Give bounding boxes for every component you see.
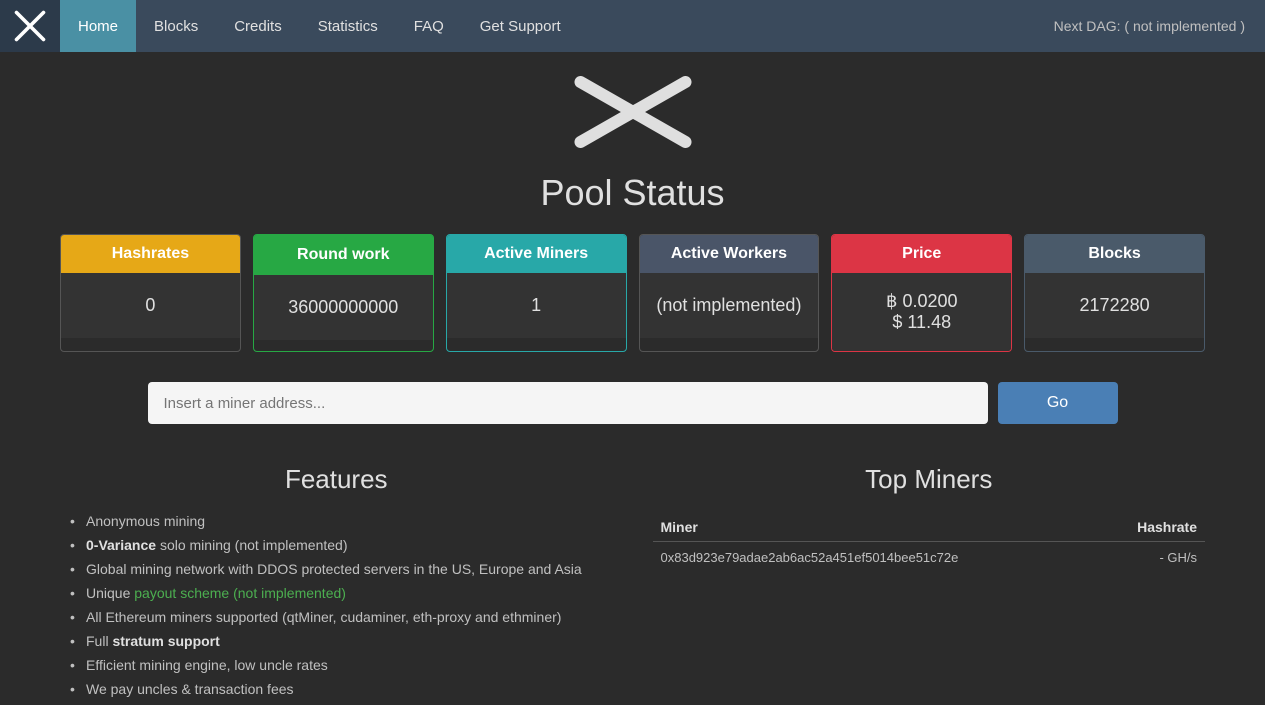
stat-card-workers: Active Workers (not implemented) bbox=[639, 234, 820, 352]
nav-items: Home Blocks Credits Statistics FAQ Get S… bbox=[60, 0, 579, 52]
navbar: Home Blocks Credits Statistics FAQ Get S… bbox=[0, 0, 1265, 52]
feature-item-8: We pay uncles & transaction fees bbox=[70, 681, 613, 697]
stat-value-blocks: 2172280 bbox=[1025, 273, 1204, 338]
stat-card-miners: Active Miners 1 bbox=[446, 234, 627, 352]
go-button[interactable]: Go bbox=[998, 382, 1118, 424]
stat-card-blocks: Blocks 2172280 bbox=[1024, 234, 1205, 352]
miners-table: Miner Hashrate 0x83d923e79adae2ab6ac52a4… bbox=[653, 513, 1206, 573]
miner-hashrate: - GH/s bbox=[1097, 542, 1205, 574]
feature-item-5: All Ethereum miners supported (qtMiner, … bbox=[70, 609, 613, 625]
nav-logo bbox=[0, 0, 60, 52]
feature-item-2: 0-Variance solo mining (not implemented) bbox=[70, 537, 613, 553]
stats-row: Hashrates 0 Round work 36000000000 Activ… bbox=[0, 234, 1265, 352]
search-row: Go bbox=[0, 382, 1265, 424]
nav-support[interactable]: Get Support bbox=[462, 0, 579, 52]
nav-blocks[interactable]: Blocks bbox=[136, 0, 216, 52]
stat-card-hashrates: Hashrates 0 bbox=[60, 234, 241, 352]
top-miners-title: Top Miners bbox=[653, 464, 1206, 495]
nav-statistics[interactable]: Statistics bbox=[300, 0, 396, 52]
feature-item-1: Anonymous mining bbox=[70, 513, 613, 529]
stat-value-miners: 1 bbox=[447, 273, 626, 338]
stat-value-price: ฿ 0.0200 $ 11.48 bbox=[832, 273, 1011, 351]
stat-header-miners: Active Miners bbox=[447, 235, 626, 273]
feature-item-4: Unique payout scheme (not implemented) bbox=[70, 585, 613, 601]
stat-value-hashrates: 0 bbox=[61, 273, 240, 338]
stat-card-price: Price ฿ 0.0200 $ 11.48 bbox=[831, 234, 1012, 352]
features-title: Features bbox=[60, 464, 613, 495]
feature-item-6: Full stratum support bbox=[70, 633, 613, 649]
top-miners-col: Top Miners Miner Hashrate 0x83d923e79ada… bbox=[653, 464, 1206, 705]
col-header-hashrate: Hashrate bbox=[1097, 513, 1205, 542]
col-header-miner: Miner bbox=[653, 513, 1098, 542]
stat-header-hashrates: Hashrates bbox=[61, 235, 240, 273]
nav-faq[interactable]: FAQ bbox=[396, 0, 462, 52]
features-list: Anonymous mining 0-Variance solo mining … bbox=[60, 513, 613, 697]
stat-card-roundwork: Round work 36000000000 bbox=[253, 234, 434, 352]
payout-scheme-link[interactable]: payout scheme (not implemented) bbox=[134, 585, 346, 601]
stat-value-workers: (not implemented) bbox=[640, 273, 819, 338]
bottom-section: Features Anonymous mining 0-Variance sol… bbox=[0, 464, 1265, 705]
stat-price-btc: ฿ 0.0200 bbox=[886, 291, 958, 312]
stat-value-roundwork: 36000000000 bbox=[254, 275, 433, 340]
nav-dag-label: Next DAG: ( not implemented ) bbox=[1054, 18, 1265, 34]
nav-home[interactable]: Home bbox=[60, 0, 136, 52]
features-col: Features Anonymous mining 0-Variance sol… bbox=[60, 464, 613, 705]
miner-address: 0x83d923e79adae2ab6ac52a451ef5014bee51c7… bbox=[653, 542, 1098, 574]
feature-item-7: Efficient mining engine, low uncle rates bbox=[70, 657, 613, 673]
stat-header-blocks: Blocks bbox=[1025, 235, 1204, 273]
miner-address-input[interactable] bbox=[148, 382, 988, 424]
stat-header-price: Price bbox=[832, 235, 1011, 273]
feature-item-3: Global mining network with DDOS protecte… bbox=[70, 561, 613, 577]
stat-header-workers: Active Workers bbox=[640, 235, 819, 273]
table-row: 0x83d923e79adae2ab6ac52a451ef5014bee51c7… bbox=[653, 542, 1206, 574]
pool-status-title: Pool Status bbox=[0, 172, 1265, 214]
stat-header-roundwork: Round work bbox=[254, 235, 433, 275]
nav-credits[interactable]: Credits bbox=[216, 0, 300, 52]
stat-price-usd: $ 11.48 bbox=[892, 312, 951, 333]
logo-large bbox=[0, 52, 1265, 162]
